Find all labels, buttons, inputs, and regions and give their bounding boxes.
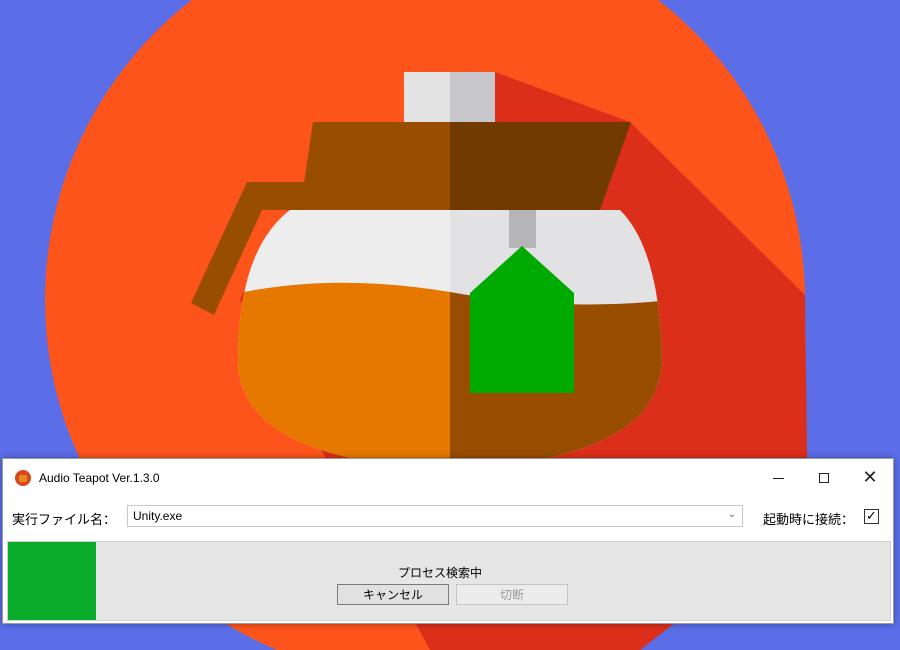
maximize-icon: [819, 473, 829, 483]
teapot-icon: [15, 470, 31, 486]
teabag-string: [509, 210, 536, 248]
startup-connect-label: 起動時に接続：: [763, 513, 855, 528]
title-bar[interactable]: Audio Teapot Ver.1.3.0 ✕: [3, 459, 893, 497]
teapot-knob-dark: [450, 72, 495, 122]
close-icon: ✕: [862, 467, 878, 488]
exe-row: 実行ファイル名： Unity.exe ⌄ 起動時に接続： ✓: [3, 497, 893, 539]
teapot-knob-light: [404, 72, 450, 122]
teapot-lid-right: [450, 122, 631, 210]
minimize-icon: [772, 477, 784, 479]
exe-combobox[interactable]: Unity.exe ⌄: [127, 505, 743, 527]
app-window: Audio Teapot Ver.1.3.0 ✕ 実行ファイル名： Unity.…: [2, 458, 894, 624]
status-panel: プロセス検索中 キャンセル 切断: [7, 541, 891, 621]
progress-bar: [8, 542, 97, 620]
window-title: Audio Teapot Ver.1.3.0: [39, 471, 160, 485]
exe-label: 実行ファイル名：: [12, 513, 117, 528]
startup-connect-checkbox[interactable]: ✓: [864, 509, 879, 524]
maximize-button[interactable]: [801, 459, 847, 497]
chevron-down-icon[interactable]: ⌄: [728, 509, 736, 520]
status-text: プロセス検索中: [398, 566, 483, 580]
minimize-button[interactable]: [755, 459, 801, 497]
cancel-button[interactable]: キャンセル: [337, 584, 449, 605]
teapot-lid-left: [300, 122, 450, 210]
disconnect-button[interactable]: 切断: [456, 584, 568, 605]
close-button[interactable]: ✕: [847, 459, 893, 497]
window-controls: ✕: [755, 459, 893, 497]
exe-combobox-value: Unity.exe: [133, 509, 183, 523]
